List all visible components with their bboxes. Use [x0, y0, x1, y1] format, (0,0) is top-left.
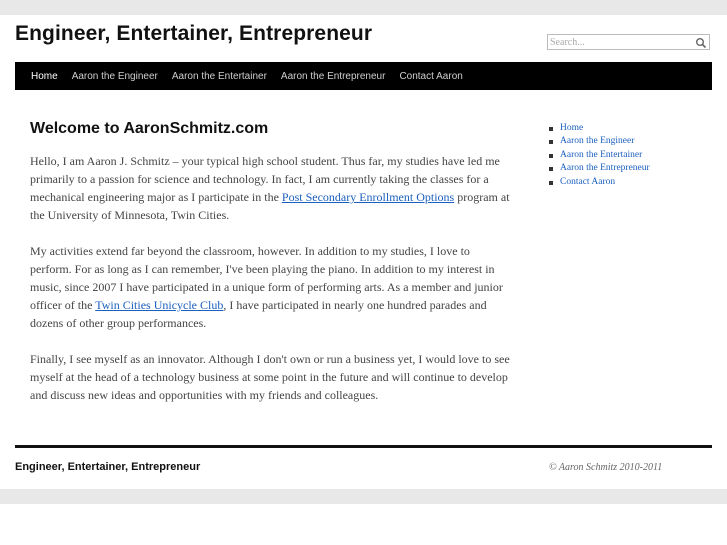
- main-content: Welcome to AaronSchmitz.com Hello, I am …: [30, 120, 510, 422]
- sidebar-link-contact-aaron[interactable]: Contact Aaron: [560, 177, 615, 187]
- page-heading: Welcome to AaronSchmitz.com: [30, 120, 269, 137]
- sidebar-link-aaron-the-engineer[interactable]: Aaron the Engineer: [560, 136, 634, 146]
- footer-site-title: Engineer, Entertainer, Entrepreneur: [15, 461, 201, 473]
- sidebar-link-aaron-the-entertainer[interactable]: Aaron the Entertainer: [560, 150, 642, 160]
- search-input[interactable]: [550, 36, 690, 49]
- search-icon[interactable]: [695, 36, 707, 49]
- bottom-background-band: [0, 489, 727, 504]
- sidebar-list: Home Aaron the Engineer Aaron the Entert…: [548, 122, 708, 189]
- nav-item-aaron-the-entertainer[interactable]: Aaron the Entertainer: [172, 71, 267, 82]
- search-box[interactable]: [547, 34, 710, 50]
- footer-divider: [15, 445, 712, 448]
- intro-paragraph: Hello, I am Aaron J. Schmitz – your typi…: [30, 152, 510, 224]
- sidebar-item-aaron-the-entrepreneur: Aaron the Entrepreneur: [548, 162, 708, 175]
- sidebar-menu: Home Aaron the Engineer Aaron the Entert…: [548, 122, 708, 189]
- top-background-band: [0, 0, 727, 15]
- nav-item-contact-aaron[interactable]: Contact Aaron: [399, 71, 462, 82]
- unicycle-club-link[interactable]: Twin Cities Unicycle Club: [95, 298, 223, 312]
- innovator-paragraph: Finally, I see myself as an innovator. A…: [30, 352, 510, 402]
- nav-item-aaron-the-engineer[interactable]: Aaron the Engineer: [72, 71, 158, 82]
- copyright-text: © Aaron Schmitz 2010-2011: [549, 462, 663, 473]
- sidebar-link-home[interactable]: Home: [560, 123, 583, 133]
- sidebar-item-home: Home: [548, 122, 708, 135]
- nav-item-home[interactable]: Home: [31, 71, 58, 82]
- sidebar-item-aaron-the-engineer: Aaron the Engineer: [548, 135, 708, 148]
- sidebar-item-aaron-the-entertainer: Aaron the Entertainer: [548, 149, 708, 162]
- main-nav: Home Aaron the Engineer Aaron the Entert…: [15, 62, 712, 90]
- site-title[interactable]: Engineer, Entertainer, Entrepreneur: [15, 22, 372, 46]
- pseo-link[interactable]: Post Secondary Enrollment Options: [282, 190, 454, 204]
- nav-item-aaron-the-entrepreneur[interactable]: Aaron the Entrepreneur: [281, 71, 386, 82]
- sidebar-link-aaron-the-entrepreneur[interactable]: Aaron the Entrepreneur: [560, 163, 650, 173]
- sidebar-item-contact-aaron: Contact Aaron: [548, 176, 708, 189]
- activities-paragraph: My activities extend far beyond the clas…: [30, 242, 510, 332]
